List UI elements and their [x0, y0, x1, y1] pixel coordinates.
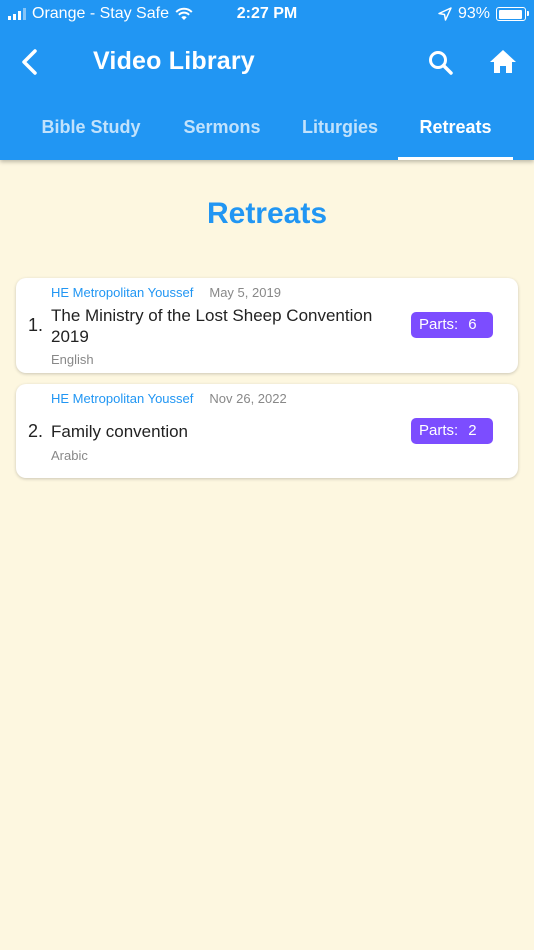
item-date: May 5, 2019: [209, 285, 281, 300]
battery-percent: 93%: [457, 5, 490, 22]
back-button[interactable]: [14, 46, 46, 78]
item-number: 2.: [28, 421, 44, 441]
back-arrow-icon: [22, 49, 37, 75]
tab-label: Sermons: [183, 117, 261, 137]
item-title: The Ministry of the Lost Sheep Conventio…: [51, 306, 373, 346]
item-language: English: [51, 352, 94, 367]
status-right: 93%: [438, 5, 529, 23]
item-number: 1.: [28, 315, 44, 335]
tab-sermons[interactable]: Sermons: [166, 96, 278, 160]
parts-count: 2: [468, 422, 477, 439]
toolbar: Video Library: [0, 30, 534, 96]
search-button[interactable]: [426, 48, 456, 78]
home-icon: [490, 50, 516, 73]
search-icon: [429, 51, 453, 75]
parts-badge[interactable]: Parts: 2: [411, 418, 493, 444]
item-meta: HE Metropolitan Youssef May 5, 2019: [51, 285, 281, 300]
parts-label: Parts:: [419, 316, 459, 333]
tab-label: Liturgies: [301, 117, 378, 137]
item-speaker[interactable]: HE Metropolitan Youssef: [51, 391, 193, 406]
tab-indicator: [398, 157, 513, 160]
item-meta: HE Metropolitan Youssef Nov 26, 2022: [51, 391, 287, 406]
parts-label: Parts:: [419, 422, 459, 439]
location-arrow-icon: [438, 7, 452, 21]
item-language: Arabic: [51, 448, 88, 463]
tab-liturgies[interactable]: Liturgies: [286, 96, 394, 160]
item-speaker[interactable]: HE Metropolitan Youssef: [51, 285, 193, 300]
home-button[interactable]: [488, 47, 518, 77]
parts-count: 6: [468, 316, 477, 333]
parts-badge[interactable]: Parts: 6: [411, 312, 493, 338]
list-item[interactable]: 1. HE Metropolitan Youssef May 5, 2019 T…: [16, 278, 518, 373]
tab-bible-study[interactable]: Bible Study: [24, 96, 158, 160]
item-date: Nov 26, 2022: [209, 391, 287, 406]
tab-label: Bible Study: [41, 117, 141, 137]
item-title: Family convention: [51, 422, 189, 441]
tab-label: Retreats: [419, 117, 492, 137]
page-header-title: Video Library: [93, 47, 255, 75]
list-item[interactable]: 2. HE Metropolitan Youssef Nov 26, 2022 …: [16, 384, 518, 478]
tab-bar: Bible Study Sermons Liturgies Retreats: [0, 96, 534, 160]
status-bar: Orange - Stay Safe 2:27 PM 93%: [0, 0, 534, 30]
section-title: Retreats: [206, 197, 328, 230]
app-header: Orange - Stay Safe 2:27 PM 93% Video Lib…: [0, 0, 534, 160]
battery-icon: [496, 7, 529, 21]
tab-retreats[interactable]: Retreats: [398, 96, 513, 160]
